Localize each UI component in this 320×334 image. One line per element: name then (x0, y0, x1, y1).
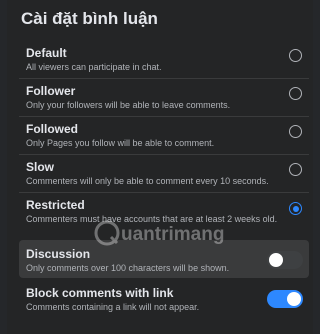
option-description: Commenters must have accounts that are a… (26, 214, 278, 224)
toggle-discussion[interactable]: Discussion Only comments over 100 charac… (19, 247, 311, 277)
comment-settings-panel: Cài đặt bình luận Default All viewers ca… (7, 0, 313, 334)
option-follower[interactable]: Follower Only your followers will be abl… (19, 84, 311, 114)
panel-title: Cài đặt bình luận (21, 9, 158, 28)
option-followed[interactable]: Followed Only Pages you follow will be a… (19, 122, 311, 152)
option-label: Follower (26, 84, 76, 98)
switch-knob (269, 253, 283, 267)
divider (19, 78, 309, 79)
block-links-switch[interactable] (267, 290, 303, 308)
option-label: Restricted (26, 198, 85, 212)
toggle-description: Comments containing a link will not appe… (26, 302, 200, 312)
option-description: Only Pages you follow will be able to co… (26, 138, 215, 148)
toggle-label: Discussion (26, 247, 91, 261)
radio-followed[interactable] (289, 125, 302, 138)
option-description: Only your followers will be able to leav… (26, 100, 231, 110)
divider (19, 116, 309, 117)
radio-follower[interactable] (289, 87, 302, 100)
divider (19, 154, 309, 155)
discussion-switch[interactable] (267, 251, 303, 269)
option-label: Default (26, 46, 67, 60)
option-slow[interactable]: Slow Commenters will only be able to com… (19, 160, 311, 190)
option-description: Commenters will only be able to comment … (26, 176, 269, 186)
toggle-label: Block comments with link (26, 286, 174, 300)
option-restricted[interactable]: Restricted Commenters must have accounts… (19, 198, 311, 238)
divider (19, 192, 309, 193)
radio-restricted[interactable] (289, 202, 302, 215)
option-description: All viewers can participate in chat. (26, 62, 162, 72)
toggle-description: Only comments over 100 characters will b… (26, 263, 230, 273)
option-default[interactable]: Default All viewers can participate in c… (19, 46, 311, 76)
option-label: Slow (26, 160, 55, 174)
radio-slow[interactable] (289, 163, 302, 176)
option-label: Followed (26, 122, 78, 136)
radio-default[interactable] (289, 49, 302, 62)
switch-knob (287, 292, 301, 306)
toggle-block-links[interactable]: Block comments with link Comments contai… (19, 286, 311, 316)
